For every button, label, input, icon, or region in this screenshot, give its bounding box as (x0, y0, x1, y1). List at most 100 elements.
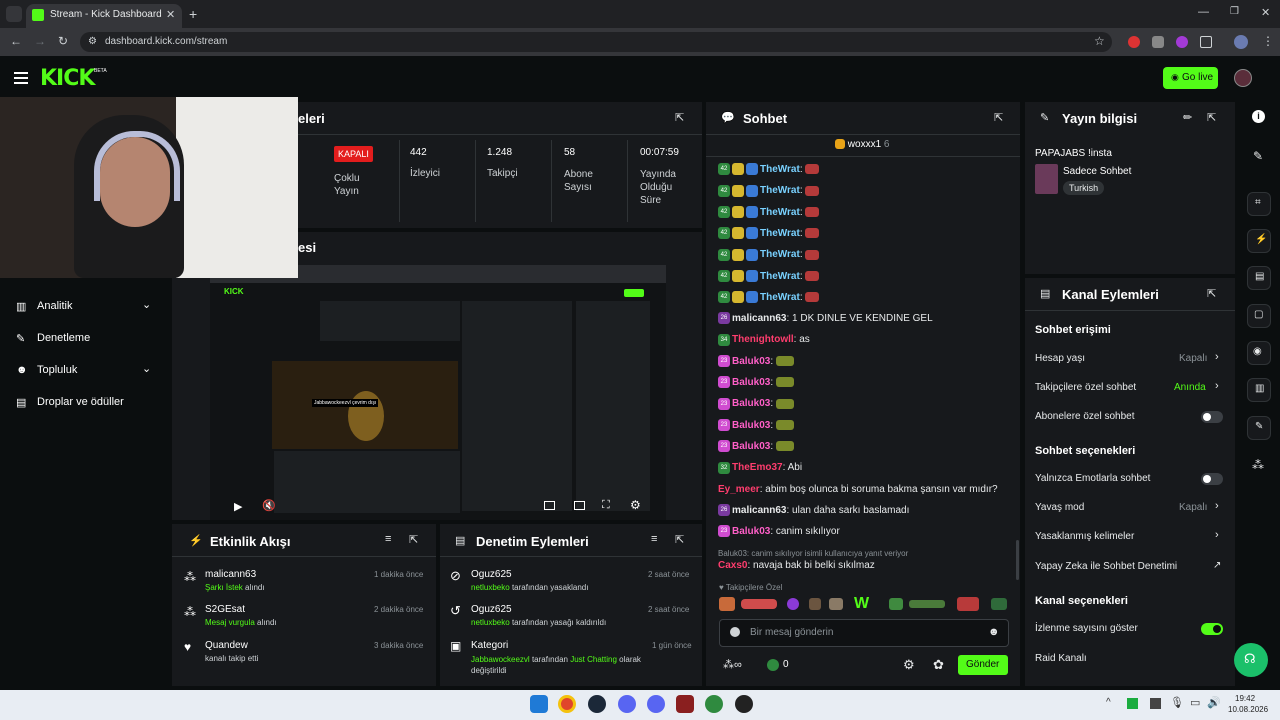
stream-preview-video[interactable]: KICK Jabbawockeezvl çevrim dışı ▶ 🔇 ⛶ ⚙ (210, 265, 666, 520)
microphone-icon[interactable]: 🎙 (1170, 696, 1184, 709)
chat-message[interactable]: 23 Baluk03: canim sıkılıyor (718, 525, 840, 545)
emote[interactable] (809, 598, 821, 610)
emoji-icon[interactable]: ☻ (988, 626, 1000, 638)
expand-icon[interactable]: ⇱ (675, 533, 684, 546)
fullscreen-icon[interactable]: ⛶ (602, 499, 610, 512)
forward-icon[interactable]: → (34, 34, 46, 48)
chat-username[interactable]: TheWrat (760, 164, 800, 175)
chat-emote[interactable] (805, 164, 820, 175)
address-bar[interactable]: ⚙ dashboard.kick.com/stream ☆ (80, 32, 1112, 52)
chat-username[interactable]: Ey_meer (718, 484, 760, 495)
send-button[interactable]: Gönder (958, 655, 1008, 675)
chat-username[interactable]: TheWrat (760, 228, 800, 239)
chat-message[interactable]: 23 Baluk03: (718, 376, 794, 396)
chat-message[interactable]: 42 TheWrat: (718, 163, 820, 183)
windows-start-icon[interactable] (530, 695, 548, 713)
chat-username[interactable]: TheWrat (760, 292, 800, 303)
discord-icon[interactable] (647, 695, 665, 713)
rail-button-chat[interactable]: ▢ (1247, 304, 1271, 328)
chat-message[interactable]: 42 TheWrat: (718, 184, 820, 204)
tray-app-icon[interactable] (1127, 698, 1138, 709)
sidebar-item-community[interactable]: ☻ Topluluk ⌄ (14, 362, 162, 380)
settings-gear-icon[interactable]: ⚙ (630, 498, 641, 512)
discord-icon[interactable] (618, 695, 636, 713)
chat-emote-icon[interactable]: ✿ (933, 657, 944, 673)
emote[interactable] (957, 597, 979, 611)
chat-message[interactable]: 26 malicann63: 1 DK DINLE VE KENDINE GEL (718, 312, 933, 332)
browser-menu-icon[interactable]: ⋮ (1262, 34, 1274, 48)
tray-app-icon[interactable] (1150, 698, 1161, 709)
rail-button-lightning[interactable]: ⚡ (1247, 229, 1271, 253)
chat-username[interactable]: TheWrat (760, 207, 800, 218)
support-button[interactable]: ☊ (1234, 643, 1268, 677)
extension-icon[interactable] (1128, 36, 1140, 48)
expand-icon[interactable]: ⇱ (409, 533, 418, 546)
chat-message[interactable]: Ey_meer: abim boş olunca bi soruma bakma… (718, 483, 998, 503)
chat-username[interactable]: malicann63 (732, 313, 786, 324)
chat-message[interactable]: 42 TheWrat: (718, 205, 820, 226)
chat-username[interactable]: Baluk03 (732, 377, 770, 388)
mute-icon[interactable]: 🔇 (262, 499, 276, 512)
chat-message[interactable]: 42 TheWrat: (718, 227, 820, 247)
expand-icon[interactable]: ⇱ (675, 111, 684, 124)
chat-username[interactable]: Baluk03 (732, 356, 770, 367)
profile-avatar[interactable] (1234, 35, 1248, 49)
filter-icon[interactable]: ≡ (385, 533, 391, 545)
emote[interactable] (741, 599, 777, 609)
subscribers-only-toggle[interactable] (1201, 411, 1223, 423)
tray-chevron-icon[interactable]: ^ (1106, 697, 1111, 708)
new-tab-button[interactable]: + (189, 6, 197, 22)
chat-message[interactable]: 23 Baluk03: (718, 418, 794, 439)
edit-pencil-icon[interactable]: ✏ (1183, 111, 1192, 124)
chat-emote[interactable] (805, 270, 820, 281)
emote[interactable] (829, 598, 843, 610)
chat-message[interactable]: 42 TheWrat: (718, 269, 820, 290)
chrome-icon[interactable] (558, 695, 576, 713)
app-icon[interactable] (735, 695, 753, 713)
sidebar-item-drops[interactable]: ▤ Droplar ve ödüller (14, 394, 162, 412)
filter-icon[interactable]: ≡ (651, 533, 657, 545)
chat-username[interactable]: TheWrat (760, 271, 800, 282)
close-tab-icon[interactable]: ✕ (166, 8, 175, 21)
chat-message[interactable]: 23 Baluk03: (718, 397, 794, 417)
expand-icon[interactable]: ⇱ (1207, 111, 1216, 124)
account-age-row[interactable]: Hesap yaşı Kapalı › (1035, 351, 1225, 366)
chat-username[interactable]: Baluk03 (732, 526, 770, 537)
rail-button-actions[interactable]: ▥ (1247, 378, 1271, 402)
kick-logo[interactable]: KICK (40, 66, 95, 91)
browser-tab[interactable]: Stream - Kick Dashboard ✕ (26, 4, 182, 28)
chat-emote[interactable] (805, 292, 820, 303)
expand-icon[interactable]: ⇱ (994, 111, 1003, 124)
go-live-button[interactable]: ◉ Go live (1163, 67, 1218, 89)
raid-row[interactable]: Raid Kanalı (1035, 652, 1225, 666)
chat-username[interactable]: malicann63 (732, 505, 786, 516)
tab-search-button[interactable] (6, 6, 22, 22)
chat-settings-icon[interactable]: ⚙ (903, 657, 915, 673)
back-icon[interactable]: ← (10, 34, 22, 48)
chat-username[interactable]: Thenightowll (732, 334, 794, 345)
chat-username[interactable]: TheEmo37 (732, 462, 783, 473)
community-icon[interactable]: ⁂ (1252, 458, 1264, 472)
theater-icon[interactable] (574, 501, 585, 510)
app-icon[interactable] (676, 695, 694, 713)
extension-icon[interactable] (1152, 36, 1164, 48)
extensions-puzzle-icon[interactable] (1200, 36, 1212, 48)
window-minimize-icon[interactable]: — (1198, 6, 1209, 18)
followers-only-row[interactable]: Takipçilere özel sohbet Anında › (1035, 380, 1225, 395)
site-info-icon[interactable]: ⚙ (88, 36, 97, 47)
window-close-icon[interactable]: ✕ (1261, 6, 1270, 19)
xbox-icon[interactable] (705, 695, 723, 713)
hamburger-menu-icon[interactable] (14, 72, 28, 84)
show-viewers-toggle[interactable] (1201, 623, 1223, 635)
pip-icon[interactable] (544, 501, 555, 510)
slow-mode-row[interactable]: Yavaş mod Kapalı › (1035, 500, 1225, 515)
rail-button-clip[interactable]: ⌗ (1247, 192, 1271, 216)
chat-input[interactable]: Bir mesaj gönderin ☻ (719, 619, 1009, 647)
chat-emote[interactable] (775, 441, 794, 452)
network-icon[interactable]: ▭ (1190, 696, 1200, 709)
steam-icon[interactable] (588, 695, 606, 713)
chat-emote[interactable] (805, 249, 820, 260)
emote-w[interactable]: W (854, 595, 869, 613)
rail-button-broadcast[interactable]: ◉ (1247, 341, 1271, 365)
chat-emote[interactable] (805, 228, 820, 239)
